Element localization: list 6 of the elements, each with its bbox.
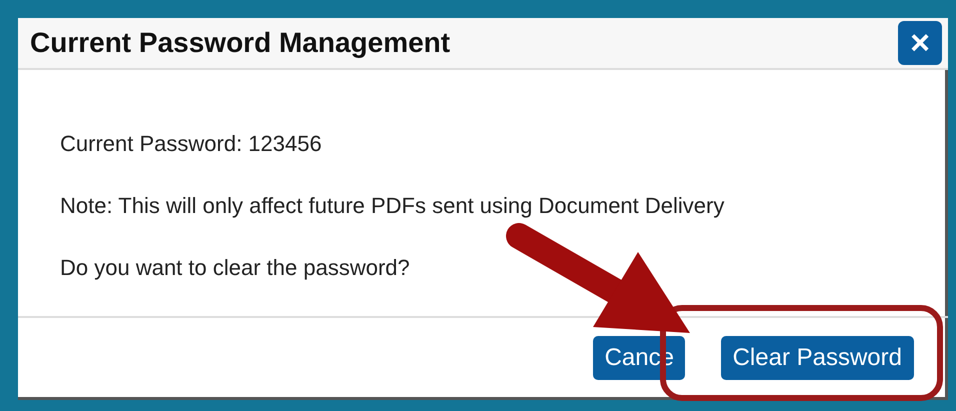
dialog-title: Current Password Management (30, 27, 450, 59)
message-text: Do you want to clear the password? (60, 254, 411, 281)
clear-password-button[interactable]: Clear Password (720, 336, 914, 380)
message-text: Note: This will only affect future PDFs sent using Document Delivery (60, 192, 726, 219)
message-text: Current Password: 123456 (60, 130, 323, 157)
close-button[interactable]: × (898, 21, 942, 65)
